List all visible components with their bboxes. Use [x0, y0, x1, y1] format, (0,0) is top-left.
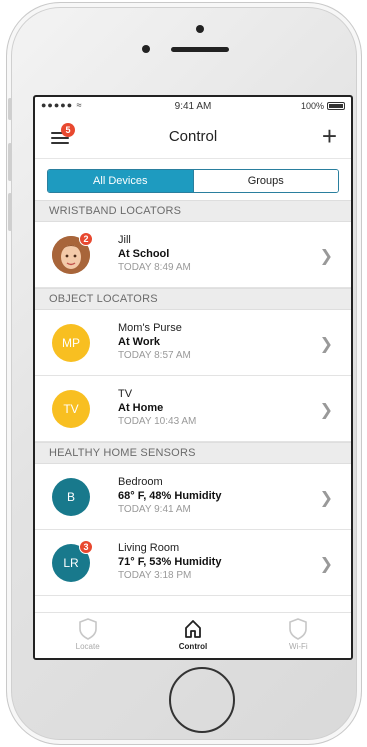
menu-button[interactable]: 5 — [51, 123, 75, 147]
chevron-right-icon: ❯ — [319, 248, 333, 265]
alert-badge: 3 — [79, 540, 93, 554]
device-name: TV — [118, 388, 133, 400]
volume-down-button — [8, 193, 12, 231]
device-timestamp: TODAY 9:41 AM — [118, 504, 191, 515]
wifi-shield-icon — [289, 618, 308, 640]
page-title: Control — [168, 128, 218, 145]
chevron-right-icon: ❯ — [319, 402, 333, 419]
section-header-object: OBJECT LOCATORS — [35, 288, 351, 310]
section-header-wristband: WRISTBAND LOCATORS — [35, 200, 351, 222]
tab-label: Control — [178, 642, 208, 651]
chevron-right-icon: ❯ — [319, 490, 333, 507]
list-item-bedroom[interactable]: B Bedroom 68° F, 48% Humidity TODAY 9:41… — [35, 464, 351, 530]
list-item-moms-purse[interactable]: MP Mom's Purse At Work TODAY 8:57 AM ❯ — [35, 310, 351, 376]
device-name: Jill — [118, 234, 131, 246]
tab-wifi[interactable]: Wi-Fi — [246, 613, 351, 658]
alert-badge: 2 — [79, 232, 93, 246]
location-shield-icon — [78, 618, 97, 640]
device-status: At Home — [118, 402, 164, 414]
bottom-tab-bar: Locate Control Wi-Fi — [35, 612, 351, 658]
section-header-home-sensors: HEALTHY HOME SENSORS — [35, 442, 351, 464]
battery-percent: 100% — [300, 101, 324, 111]
avatar: TV — [52, 389, 90, 428]
device-status: At School — [118, 248, 170, 260]
device-timestamp: TODAY 8:57 AM — [118, 350, 191, 361]
device-timestamp: TODAY 3:18 PM — [118, 570, 192, 581]
nav-bar: 5 Control + — [35, 115, 351, 159]
device-name: Living Room — [118, 542, 180, 554]
chevron-right-icon: ❯ — [319, 336, 333, 353]
status-time: 9:41 AM — [174, 100, 212, 112]
proximity-sensor — [142, 45, 150, 53]
list-item-tv[interactable]: TV TV At Home TODAY 10:43 AM ❯ — [35, 376, 351, 442]
signal-wifi-indicator: ●●●●● ≈ — [41, 100, 83, 110]
battery-icon — [327, 102, 345, 110]
list-item-living-room[interactable]: LR 3 Living Room 71° F, 53% Humidity TOD… — [35, 530, 351, 596]
front-camera — [196, 25, 204, 33]
avatar: MP — [52, 323, 90, 362]
home-icon — [185, 620, 201, 638]
device-name: Mom's Purse — [118, 322, 182, 334]
avatar: B — [52, 477, 90, 516]
chevron-right-icon: ❯ — [319, 556, 333, 573]
notification-badge: 5 — [61, 123, 75, 137]
home-button[interactable] — [169, 667, 235, 733]
tab-all-devices[interactable]: All Devices — [48, 170, 193, 192]
volume-up-button — [8, 143, 12, 181]
tab-label: Locate — [75, 642, 100, 651]
mute-switch — [8, 98, 12, 120]
battery-indicator: 100% — [301, 101, 345, 111]
earpiece-speaker — [171, 47, 229, 52]
tab-groups[interactable]: Groups — [192, 170, 338, 192]
device-status: 71° F, 53% Humidity — [118, 556, 222, 568]
tab-label: Wi-Fi — [288, 642, 308, 651]
add-button[interactable]: + — [322, 123, 337, 149]
device-filter-segmented-control: All Devices Groups — [47, 169, 339, 193]
app-screen: ●●●●● ≈ 9:41 AM 100% 5 Control + All Dev… — [33, 95, 353, 660]
device-name: Bedroom — [118, 476, 163, 488]
status-bar: ●●●●● ≈ 9:41 AM 100% — [35, 97, 351, 115]
tab-locate[interactable]: Locate — [35, 613, 140, 658]
device-status: 68° F, 48% Humidity — [118, 490, 222, 502]
device-timestamp: TODAY 8:49 AM — [118, 262, 191, 273]
device-status: At Work — [118, 336, 160, 348]
tab-control[interactable]: Control — [140, 613, 245, 658]
device-timestamp: TODAY 10:43 AM — [118, 416, 197, 427]
list-item-jill[interactable]: 2 Jill At School TODAY 8:49 AM ❯ — [35, 222, 351, 288]
